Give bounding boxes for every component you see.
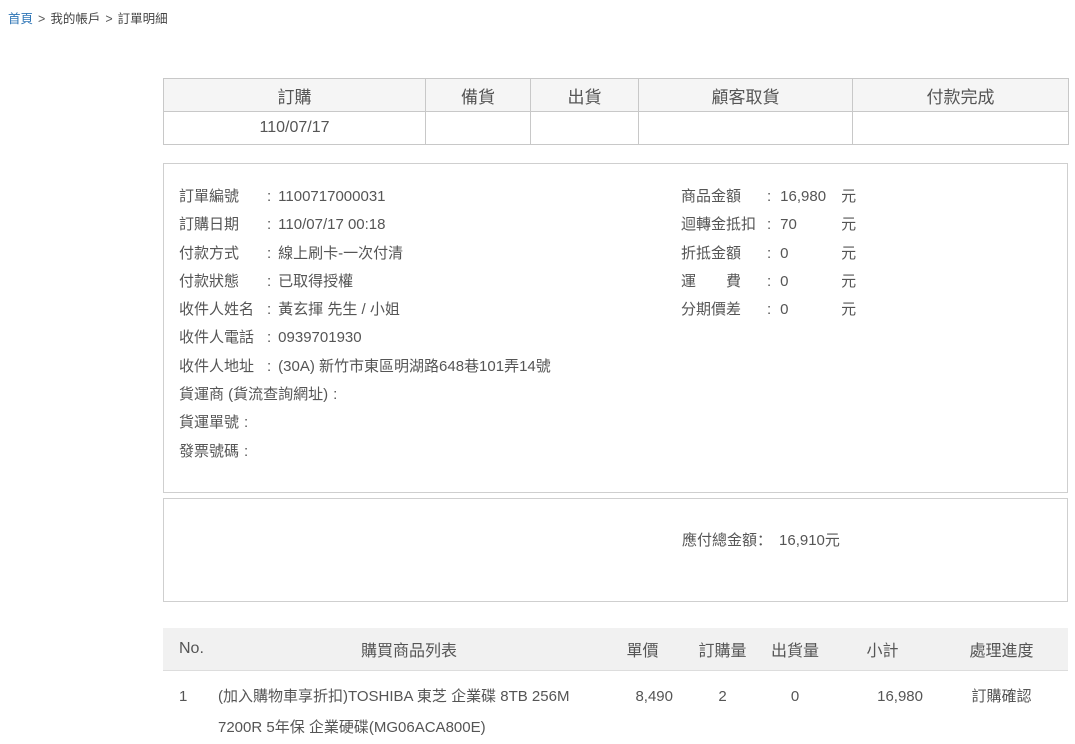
rebate-deduction-value: 70 [780, 211, 841, 239]
carrier-label: 貨運商 (貨流查詢網址) [179, 381, 328, 409]
status-col-prepare: 備貨 [426, 79, 531, 112]
recipient-name-value: 黃玄揮 先生 / 小姐 [278, 301, 400, 318]
installment-difference-label: 分期價差 [681, 296, 767, 324]
shipping-fee-value: 0 [780, 268, 841, 296]
payment-status-label: 付款狀態 [179, 268, 267, 296]
status-col-payment-complete: 付款完成 [853, 79, 1069, 112]
product-amount-label: 商品金額 [681, 183, 767, 211]
info-row-order-date: 訂購日期:110/07/17 00:18 [179, 211, 1067, 239]
info-row-order-number: 訂單編號:1100717000031 [179, 183, 1067, 211]
shipping-fee-label: 運 費 [681, 268, 767, 296]
product-col-ship-qty: 出貨量 [760, 628, 830, 670]
product-amount-unit: 元 [841, 188, 856, 205]
product-list-table: No. 購買商品列表 單價 訂購量 出貨量 小計 處理進度 1 (加入購物車享折… [163, 628, 1068, 744]
status-header-row: 訂購 備貨 出貨 顧客取貨 付款完成 [164, 79, 1069, 112]
order-info-left-column: 訂單編號:1100717000031 訂購日期:110/07/17 00:18 … [179, 183, 1067, 466]
product-unit-price: 8,490 [600, 670, 685, 744]
rebate-deduction-unit: 元 [841, 216, 856, 233]
recipient-phone-label: 收件人電話 [179, 324, 267, 352]
installment-difference-unit: 元 [841, 301, 856, 318]
product-col-unit-price: 單價 [600, 628, 685, 670]
product-order-qty: 2 [685, 670, 760, 744]
rebate-deduction-label: 迴轉金抵扣 [681, 211, 767, 239]
status-ship-date [531, 112, 639, 145]
payment-method-value: 線上刷卡-一次付清 [278, 245, 403, 262]
info-row-carrier: 貨運商 (貨流查詢網址): [179, 381, 1067, 409]
breadcrumb-home-link[interactable]: 首頁 [8, 12, 33, 26]
order-status-table: 訂購 備貨 出貨 顧客取貨 付款完成 110/07/17 [163, 78, 1069, 145]
product-col-no: No. [163, 628, 218, 670]
total-due-line: 應付總金額： 16,910元 [682, 529, 840, 550]
status-col-order: 訂購 [164, 79, 426, 112]
product-no: 1 [163, 670, 218, 744]
order-number-label: 訂單編號 [179, 183, 267, 211]
product-col-name: 購買商品列表 [218, 628, 600, 670]
breadcrumb-account-link[interactable]: 我的帳戶 [50, 12, 100, 26]
status-col-pickup: 顧客取貨 [639, 79, 853, 112]
status-pickup-date [639, 112, 853, 145]
breadcrumb-separator: > [38, 12, 45, 26]
status-value-row: 110/07/17 [164, 112, 1069, 145]
discount-amount-label: 折抵金額 [681, 240, 767, 268]
breadcrumb-current: 訂單明細 [118, 12, 168, 26]
product-status: 訂購確認 [935, 670, 1068, 744]
discount-amount-unit: 元 [841, 245, 856, 262]
total-due-panel: 應付總金額： 16,910元 [163, 498, 1068, 602]
info-row-recipient-name: 收件人姓名:黃玄揮 先生 / 小姐 [179, 296, 1067, 324]
status-col-ship: 出貨 [531, 79, 639, 112]
installment-difference-value: 0 [780, 296, 841, 324]
product-amount-value: 16,980 [780, 183, 841, 211]
shipping-fee-unit: 元 [841, 273, 856, 290]
product-name: (加入購物車享折扣)TOSHIBA 東芝 企業碟 8TB 256M 7200R … [218, 670, 600, 744]
product-col-subtotal: 小計 [830, 628, 935, 670]
order-info-right-column: 商品金額:16,980元 迴轉金抵扣:70元 折抵金額:0元 運 費:0元 分期… [681, 183, 856, 324]
product-col-status: 處理進度 [935, 628, 1068, 670]
info-row-payment-status: 付款狀態:已取得授權 [179, 268, 1067, 296]
product-row: 1 (加入購物車享折扣)TOSHIBA 東芝 企業碟 8TB 256M 7200… [163, 670, 1068, 744]
order-date-value: 110/07/17 00:18 [278, 216, 385, 233]
discount-amount-value: 0 [780, 240, 841, 268]
info-row-installment-difference: 分期價差:0元 [681, 296, 856, 324]
info-row-recipient-phone: 收件人電話:0939701930 [179, 324, 1067, 352]
product-ship-qty: 0 [760, 670, 830, 744]
product-col-order-qty: 訂購量 [685, 628, 760, 670]
recipient-address-label: 收件人地址 [179, 353, 267, 381]
info-row-shipping-fee: 運 費:0元 [681, 268, 856, 296]
info-row-recipient-address: 收件人地址:(30A) 新竹市東區明湖路648巷101弄14號 [179, 353, 1067, 381]
status-order-date: 110/07/17 [164, 112, 426, 145]
recipient-name-label: 收件人姓名 [179, 296, 267, 324]
order-number-value: 1100717000031 [278, 188, 385, 205]
order-info-panel: 訂單編號:1100717000031 訂購日期:110/07/17 00:18 … [163, 163, 1068, 493]
product-subtotal: 16,980 [830, 670, 935, 744]
total-due-value: 16,910元 [779, 532, 840, 549]
info-row-product-amount: 商品金額:16,980元 [681, 183, 856, 211]
recipient-address-value: (30A) 新竹市東區明湖路648巷101弄14號 [278, 358, 551, 375]
info-row-invoice-number: 發票號碼: [179, 438, 1067, 466]
info-row-discount-amount: 折抵金額:0元 [681, 240, 856, 268]
info-row-tracking-number: 貨運單號: [179, 409, 1067, 437]
product-header-row: No. 購買商品列表 單價 訂購量 出貨量 小計 處理進度 [163, 628, 1068, 670]
info-row-payment-method: 付款方式:線上刷卡-一次付清 [179, 240, 1067, 268]
info-row-rebate-deduction: 迴轉金抵扣:70元 [681, 211, 856, 239]
payment-status-value: 已取得授權 [278, 273, 353, 290]
total-due-label: 應付總金額： [682, 532, 772, 549]
tracking-number-label: 貨運單號 [179, 409, 239, 437]
breadcrumb: 首頁 > 我的帳戶 > 訂單明細 [8, 8, 168, 27]
order-date-label: 訂購日期 [179, 211, 267, 239]
breadcrumb-separator: > [105, 12, 112, 26]
recipient-phone-value: 0939701930 [278, 329, 361, 346]
status-payment-complete-date [853, 112, 1069, 145]
invoice-number-label: 發票號碼 [179, 438, 239, 466]
status-prepare-date [426, 112, 531, 145]
payment-method-label: 付款方式 [179, 240, 267, 268]
